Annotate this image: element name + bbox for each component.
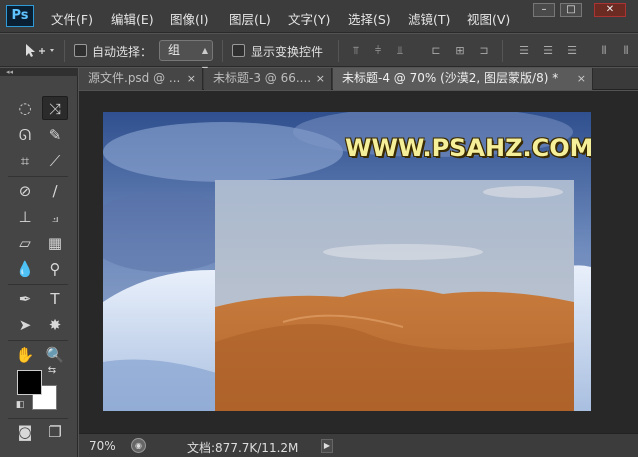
move-tool-preset-icon[interactable] [24, 43, 58, 59]
menu-view[interactable]: 视图(V) [467, 9, 510, 28]
path-select-tool-icon[interactable]: ➤ [12, 313, 38, 337]
shape-tool-icon[interactable]: ✸ [42, 313, 68, 337]
status-info-icon[interactable]: ◉ [131, 438, 146, 453]
screen-mode-tool-icon[interactable]: ❐ [42, 420, 68, 444]
show-transform-checkbox[interactable] [232, 44, 245, 57]
eraser-tool-icon[interactable]: ▱ [12, 231, 38, 255]
auto-select-dropdown[interactable]: 组 ▲▼ [159, 40, 213, 74]
menu-type[interactable]: 文字(Y) [288, 9, 330, 28]
distribute-vcenter-icon[interactable]: ☰ [540, 43, 556, 58]
align-left-icon[interactable]: ⊏ [428, 43, 444, 58]
quick-mask-tool-icon[interactable]: ◙ [12, 420, 38, 444]
marquee-tool-icon[interactable]: ◌ [12, 96, 38, 120]
hand-tool-icon[interactable]: ✋ [12, 343, 38, 367]
tab-source-file[interactable]: 源文件.psd @ ... × [79, 68, 203, 90]
distribute-hcenter-icon[interactable]: ⦀ [618, 43, 634, 58]
auto-select-label: 自动选择： [92, 45, 153, 59]
stamp-tool-icon[interactable]: ⊥ [12, 205, 38, 229]
show-transform-label: 显示变换控件 [251, 45, 324, 59]
lasso-tool-icon[interactable]: ᘏ [12, 123, 38, 147]
quick-select-tool-icon[interactable]: ✎ [42, 123, 68, 147]
menu-layer[interactable]: 图层(L) [229, 9, 271, 28]
align-bottom-icon[interactable]: ⫫ [392, 43, 408, 58]
photoshop-logo: Ps [6, 5, 34, 27]
tab-untitled-4[interactable]: 未标题-4 @ 70% (沙漠2, 图层蒙版/8) * × [333, 68, 593, 90]
document-tab-bar: 源文件.psd @ ... × 未标题-3 @ 66.... × 未标题-4 @… [79, 68, 638, 90]
move-tool-icon[interactable]: ⤨ [42, 96, 68, 120]
tab-label: 未标题-3 @ 66.... [213, 71, 312, 85]
align-vcenter-icon[interactable]: ⫩ [370, 43, 386, 58]
document-info: 文档:877.7K/11.2M [187, 441, 299, 455]
panel-collapse-icon[interactable]: ◂◂ [0, 68, 78, 76]
pen-tool-icon[interactable]: ✒ [12, 287, 38, 311]
crop-tool-icon[interactable]: ⌗ [12, 149, 38, 173]
align-right-icon[interactable]: ⊐ [476, 43, 492, 58]
menu-file[interactable]: 文件(F) [51, 9, 93, 28]
foreground-color-swatch[interactable] [17, 370, 42, 395]
brush-tool-icon[interactable]: ∕ [42, 179, 68, 203]
tab-label: 源文件.psd @ ... [88, 71, 181, 85]
status-menu-arrow-icon[interactable]: ▶ [321, 439, 333, 453]
tab-close-icon[interactable]: × [316, 68, 325, 89]
document-canvas[interactable]: WWW.PSAHZ.COM [103, 112, 591, 411]
type-tool-icon[interactable]: T [42, 287, 68, 311]
history-brush-tool-icon[interactable]: ⟓ [42, 205, 68, 229]
distribute-left-icon[interactable]: ⦀ [596, 43, 612, 58]
menu-select[interactable]: 选择(S) [348, 9, 391, 28]
watermark-text: WWW.PSAHZ.COM [345, 134, 591, 162]
tools-panel: ◂◂ ◌ ⤨ ᘏ ✎ ⌗ ⟋ ⊘ ∕ ⊥ ⟓ ▱ ▦ 💧 ⚲ ✒ T ➤ ✸ ✋… [0, 68, 78, 457]
align-top-icon[interactable]: ⫪ [348, 43, 364, 58]
align-hcenter-icon[interactable]: ⊞ [452, 43, 468, 58]
options-bar: 自动选择： 组 ▲▼ 显示变换控件 ⫪ ⫩ ⫫ ⊏ ⊞ ⊐ ☰ ☰ ☰ ⦀ ⦀ [0, 34, 638, 74]
blur-tool-icon[interactable]: 💧 [12, 257, 38, 281]
default-colors-icon[interactable]: ◧ [12, 398, 28, 412]
menu-filter[interactable]: 滤镜(T) [408, 9, 450, 28]
maximize-button[interactable]: □ [560, 3, 582, 17]
auto-select-value: 组 [168, 43, 181, 57]
zoom-level[interactable]: 70% [89, 439, 116, 453]
swap-colors-icon[interactable]: ⇆ [44, 364, 60, 378]
tab-close-icon[interactable]: × [187, 68, 196, 89]
canvas-area: WWW.PSAHZ.COM [79, 91, 638, 433]
close-button[interactable]: ✕ [594, 3, 626, 17]
tab-untitled-3[interactable]: 未标题-3 @ 66.... × [204, 68, 332, 90]
gradient-tool-icon[interactable]: ▦ [42, 231, 68, 255]
dodge-tool-icon[interactable]: ⚲ [42, 257, 68, 281]
distribute-bottom-icon[interactable]: ☰ [564, 43, 580, 58]
menu-image[interactable]: 图像(I) [170, 9, 208, 28]
distribute-top-icon[interactable]: ☰ [516, 43, 532, 58]
status-bar: 70% ◉ 文档:877.7K/11.2M ▶ [79, 433, 638, 457]
healing-tool-icon[interactable]: ⊘ [12, 179, 38, 203]
tab-label: 未标题-4 @ 70% (沙漠2, 图层蒙版/8) * [342, 71, 559, 85]
eyedropper-tool-icon[interactable]: ⟋ [42, 149, 68, 173]
minimize-button[interactable]: – [533, 3, 555, 17]
auto-select-checkbox[interactable] [74, 44, 87, 57]
menu-bar: Ps 文件(F) 编辑(E) 图像(I) 图层(L) 文字(Y) 选择(S) 滤… [0, 0, 638, 33]
tab-close-icon[interactable]: × [577, 68, 586, 89]
menu-edit[interactable]: 编辑(E) [111, 9, 154, 28]
